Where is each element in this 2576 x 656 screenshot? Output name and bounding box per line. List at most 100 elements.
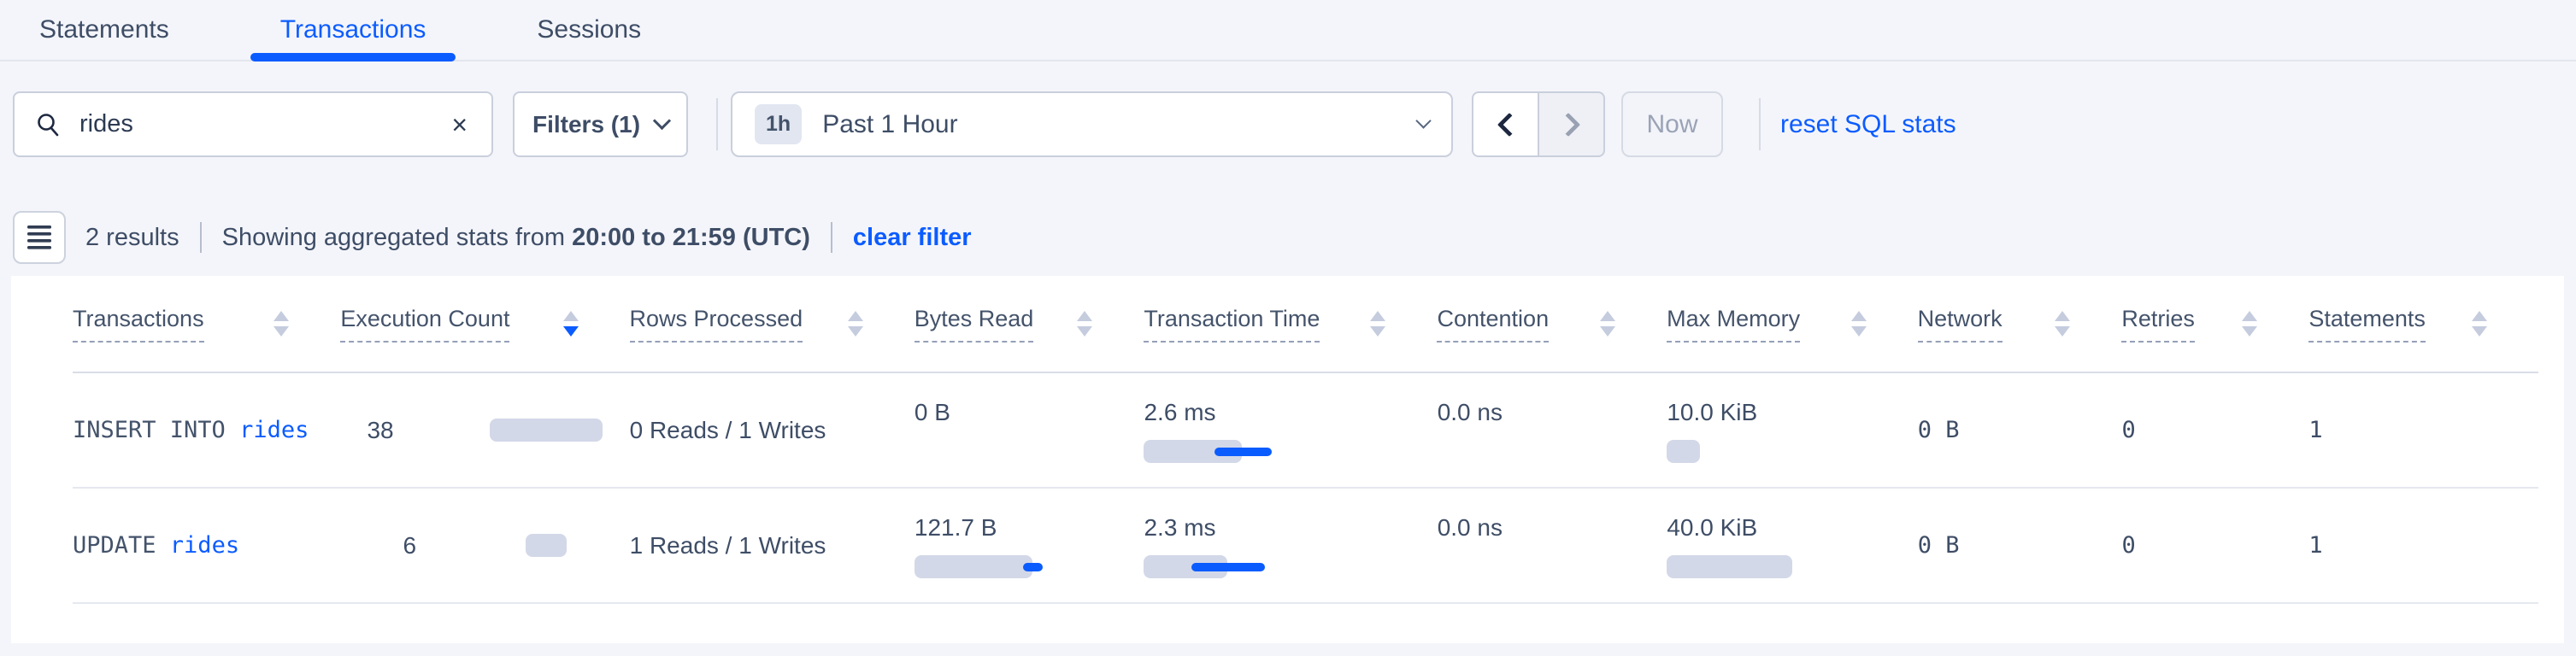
- column-header-transactions[interactable]: Transactions: [73, 276, 340, 372]
- sort-desc-triangle: [1851, 326, 1867, 337]
- sort-icon[interactable]: [563, 311, 579, 337]
- search-icon: [35, 112, 61, 138]
- tab-transactions[interactable]: Transactions: [250, 0, 456, 60]
- bar: [915, 555, 1032, 578]
- statements-cell: 1: [2308, 489, 2538, 602]
- column-label: Transaction Time: [1144, 306, 1320, 343]
- reset-sql-stats-link[interactable]: reset SQL stats: [1780, 91, 1956, 157]
- clear-filter-link[interactable]: clear filter: [853, 224, 972, 252]
- sort-icon[interactable]: [1851, 311, 1867, 337]
- execution-count-value: 38: [367, 417, 490, 444]
- transaction-time-cell: 2.3 ms: [1144, 489, 1437, 602]
- rows-processed-cell: 1 Reads / 1 Writes: [630, 489, 915, 602]
- column-label: Contention: [1437, 306, 1549, 343]
- bytes-read-cell: 0 B: [915, 373, 1144, 487]
- stddev-line: [1191, 563, 1265, 571]
- contention-cell: 0.0 ns: [1438, 373, 1667, 487]
- column-selector-button[interactable]: [13, 211, 66, 264]
- sort-asc-triangle: [563, 311, 579, 321]
- column-header-statements[interactable]: Statements: [2308, 276, 2538, 372]
- filters-button[interactable]: Filters (1): [513, 91, 688, 157]
- time-range-picker[interactable]: 1h Past 1 Hour: [731, 91, 1453, 157]
- sql-statement: INSERT INTO: [73, 417, 239, 443]
- column-header-transaction-time[interactable]: Transaction Time: [1144, 276, 1437, 372]
- sort-icon[interactable]: [1077, 311, 1092, 337]
- search-box[interactable]: ×: [13, 91, 493, 157]
- time-range-badge: 1h: [755, 104, 802, 144]
- search-input[interactable]: [79, 110, 448, 138]
- sort-icon[interactable]: [2472, 311, 2487, 337]
- execution-count-value: 6: [403, 532, 526, 559]
- statements-value: 1: [2308, 532, 2538, 559]
- transaction-time-value: 2.3 ms: [1144, 514, 1437, 542]
- sort-icon[interactable]: [273, 311, 289, 337]
- bar: [1667, 555, 1792, 578]
- sort-icon[interactable]: [1370, 311, 1385, 337]
- column-label: Transactions: [73, 306, 204, 343]
- table-body: INSERT INTO rides380 Reads / 1 Writes0 B…: [73, 373, 2538, 604]
- toolbar-divider: [1759, 98, 1761, 150]
- column-header-execution-count[interactable]: Execution Count: [340, 276, 629, 372]
- sort-desc-triangle: [1370, 326, 1385, 337]
- network-cell: 0 B: [1918, 489, 2122, 602]
- transactions-table-card: Transactions Execution Count Rows Processe…: [11, 276, 2564, 643]
- tab-sessions[interactable]: Sessions: [507, 0, 671, 60]
- statements-value: 1: [2308, 417, 2538, 443]
- rows-processed-cell: 0 Reads / 1 Writes: [630, 373, 915, 487]
- sort-asc-triangle: [848, 311, 863, 321]
- chevron-down-icon: [653, 112, 671, 130]
- bar-chart: [915, 555, 1032, 578]
- sort-icon[interactable]: [1600, 311, 1615, 337]
- sort-desc-triangle: [1600, 326, 1615, 337]
- table-link[interactable]: rides: [170, 532, 239, 559]
- time-range-label: Past 1 Hour: [822, 110, 957, 139]
- column-label: Network: [1918, 306, 2003, 343]
- retries-value: 0: [2122, 532, 2309, 559]
- bytes-read-value: 121.7 B: [915, 514, 1144, 542]
- stddev-line: [1023, 563, 1043, 571]
- network-cell: 0 B: [1918, 373, 2122, 487]
- sort-asc-triangle: [2055, 311, 2070, 321]
- max-memory-cell: 10.0 KiB: [1667, 373, 1917, 487]
- column-header-retries[interactable]: Retries: [2121, 276, 2308, 372]
- column-label: Rows Processed: [630, 306, 803, 343]
- table-link[interactable]: rides: [239, 417, 309, 443]
- column-label: Bytes Read: [915, 306, 1034, 343]
- tab-statements[interactable]: Statements: [9, 0, 199, 60]
- sort-icon[interactable]: [2242, 311, 2257, 337]
- results-count: 2 results: [85, 224, 179, 252]
- sort-icon[interactable]: [848, 311, 863, 337]
- sort-asc-triangle: [1600, 311, 1615, 321]
- column-header-bytes-read[interactable]: Bytes Read: [915, 276, 1144, 372]
- max-memory-value: 10.0 KiB: [1667, 399, 1917, 426]
- column-label: Retries: [2121, 306, 2195, 343]
- sql-activity-page: Statements Transactions Sessions × Filte…: [0, 0, 2576, 656]
- column-header-contention[interactable]: Contention: [1437, 276, 1667, 372]
- column-header-rows-processed[interactable]: Rows Processed: [630, 276, 915, 372]
- sort-desc-triangle: [2472, 326, 2487, 337]
- bar-chart: [1667, 440, 1700, 463]
- sort-asc-triangle: [273, 311, 289, 321]
- column-label: Execution Count: [340, 306, 509, 343]
- contention-value: 0.0 ns: [1438, 399, 1667, 426]
- prev-time-button[interactable]: [1472, 91, 1538, 157]
- sort-asc-triangle: [2472, 311, 2487, 321]
- sort-desc-triangle: [2242, 326, 2257, 337]
- sort-desc-triangle: [563, 326, 579, 337]
- bar-chart: [1144, 555, 1227, 578]
- sort-desc-triangle: [848, 326, 863, 337]
- chevron-right-icon: [1556, 112, 1579, 136]
- column-header-network[interactable]: Network: [1918, 276, 2122, 372]
- column-label: Statements: [2308, 306, 2426, 343]
- clear-search-icon[interactable]: ×: [448, 111, 471, 138]
- next-time-button[interactable]: [1538, 91, 1605, 157]
- bar-chart: [1667, 555, 1792, 578]
- retries-cell: 0: [2122, 489, 2309, 602]
- execution-count-cell: 38: [340, 373, 629, 487]
- table-header-row: Transactions Execution Count Rows Processe…: [73, 276, 2538, 373]
- transaction-fingerprint: UPDATE rides: [73, 532, 340, 559]
- now-button[interactable]: Now: [1621, 91, 1723, 157]
- bar: [1667, 440, 1700, 463]
- sort-icon[interactable]: [2055, 311, 2070, 337]
- column-header-max-memory[interactable]: Max Memory: [1667, 276, 1917, 372]
